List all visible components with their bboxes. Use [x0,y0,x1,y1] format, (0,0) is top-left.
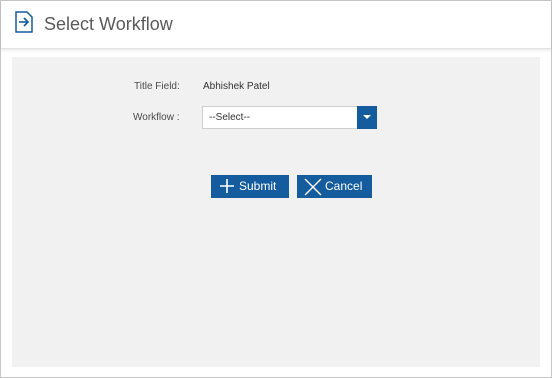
title-field-value: Abhishek Patel [203,81,270,92]
workflow-select[interactable]: --Select-- [202,106,377,129]
workflow-select-value: --Select-- [209,112,251,123]
plus-icon [219,178,235,194]
submit-button-label: Submit [239,179,277,193]
dialog-body [12,57,540,367]
title-field-label: Title Field: [134,81,180,92]
dialog-title: Select Workflow [44,14,173,34]
close-icon [304,178,322,196]
select-workflow-dialog: Select Workflow Title Field: Abhishek Pa… [0,0,552,378]
workflow-label: Workflow : [133,112,180,123]
submit-button[interactable]: Submit [211,175,289,198]
dialog-header: Select Workflow [1,1,551,49]
cancel-button[interactable]: Cancel [297,175,372,198]
workflow-dropdown-button[interactable] [357,106,377,129]
cancel-button-label: Cancel [325,179,363,193]
arrow-right-into-box-icon [13,10,35,34]
